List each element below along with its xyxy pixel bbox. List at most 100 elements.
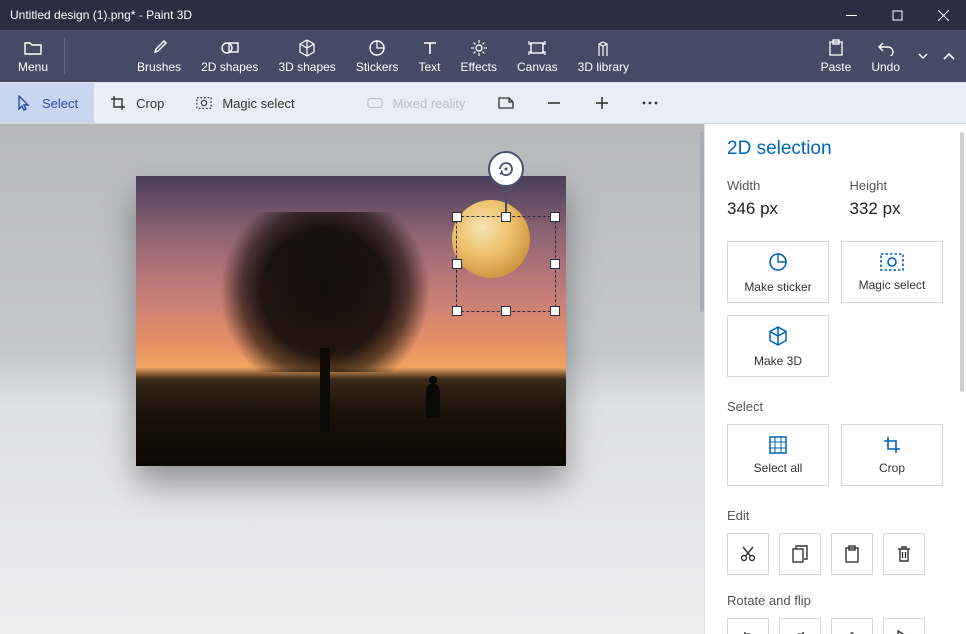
minimize-button[interactable] bbox=[828, 0, 874, 30]
ribbon: Menu Brushes 2D shapes 3D shapes Sticker… bbox=[0, 30, 966, 82]
resize-handle-tl[interactable] bbox=[452, 212, 462, 222]
library3d-button[interactable]: 3D library bbox=[568, 30, 639, 82]
edit-row bbox=[727, 533, 952, 575]
rotate-row bbox=[727, 618, 952, 634]
stickers-button[interactable]: Stickers bbox=[346, 30, 409, 82]
shapes2d-button[interactable]: 2D shapes bbox=[191, 30, 268, 82]
spacer bbox=[311, 83, 351, 123]
shapes2d-label: 2D shapes bbox=[201, 60, 258, 74]
paste-button[interactable] bbox=[831, 533, 873, 575]
title-bar: Untitled design (1).png* - Paint 3D bbox=[0, 0, 966, 30]
rotate-stem bbox=[505, 187, 507, 212]
rotate-right-button[interactable] bbox=[779, 618, 821, 634]
cube-icon bbox=[767, 325, 789, 350]
width-label: Width bbox=[727, 178, 830, 193]
select-tool[interactable]: Select bbox=[0, 83, 94, 123]
make-3d-button[interactable]: Make 3D bbox=[727, 315, 829, 377]
shapes3d-label: 3D shapes bbox=[278, 60, 335, 74]
more-button[interactable] bbox=[626, 83, 674, 123]
undo-button[interactable]: Undo bbox=[861, 30, 910, 82]
view3d-toggle[interactable] bbox=[482, 83, 530, 123]
rotate-heading: Rotate and flip bbox=[727, 593, 952, 608]
effects-button[interactable]: Effects bbox=[451, 30, 507, 82]
panel-scrollbar[interactable] bbox=[960, 132, 964, 392]
library3d-label: 3D library bbox=[578, 60, 629, 74]
make-sticker-label: Make sticker bbox=[744, 280, 811, 294]
tools-toolbar: Select Crop Magic select Mixed reality bbox=[0, 82, 966, 124]
workspace: 2D selection Width 346 px Height 332 px … bbox=[0, 124, 966, 634]
brush-icon bbox=[150, 38, 168, 58]
cursor-icon bbox=[16, 95, 32, 111]
crop-icon bbox=[110, 95, 126, 111]
resize-handle-br[interactable] bbox=[550, 306, 560, 316]
tree-silhouette bbox=[210, 212, 440, 432]
copy-button[interactable] bbox=[779, 533, 821, 575]
magic-select-icon bbox=[196, 95, 212, 111]
mixed-reality-icon bbox=[367, 95, 383, 111]
make-sticker-button[interactable]: Make sticker bbox=[727, 241, 829, 303]
text-label: Text bbox=[419, 60, 441, 74]
divider bbox=[64, 38, 65, 74]
resize-handle-bl[interactable] bbox=[452, 306, 462, 316]
text-button[interactable]: Text bbox=[409, 30, 451, 82]
rotate-handle[interactable] bbox=[488, 151, 524, 187]
zoom-out-button[interactable] bbox=[530, 83, 578, 123]
mixed-reality-label: Mixed reality bbox=[393, 96, 466, 111]
crop-tool[interactable]: Crop bbox=[94, 83, 180, 123]
crop-label: Crop bbox=[879, 461, 905, 475]
canvas-icon bbox=[528, 38, 546, 58]
select-all-button[interactable]: Select all bbox=[727, 424, 829, 486]
history-dropdown[interactable] bbox=[910, 30, 936, 82]
resize-handle-l[interactable] bbox=[452, 259, 462, 269]
cut-button[interactable] bbox=[727, 533, 769, 575]
select-heading: Select bbox=[727, 399, 952, 414]
sticker-icon bbox=[368, 38, 386, 58]
flip-horizontal-button[interactable] bbox=[831, 618, 873, 634]
resize-handle-tr[interactable] bbox=[550, 212, 560, 222]
mixed-reality-tool: Mixed reality bbox=[351, 83, 482, 123]
stickers-label: Stickers bbox=[356, 60, 399, 74]
resize-handle-r[interactable] bbox=[550, 259, 560, 269]
menu-label: Menu bbox=[18, 60, 48, 74]
resize-handle-b[interactable] bbox=[501, 306, 511, 316]
paste-button[interactable]: Paste bbox=[811, 30, 862, 82]
edit-heading: Edit bbox=[727, 508, 952, 523]
magic-select-button[interactable]: Magic select bbox=[841, 241, 943, 303]
library-icon bbox=[593, 38, 613, 58]
window-controls bbox=[828, 0, 966, 30]
undo-label: Undo bbox=[871, 60, 900, 74]
maximize-button[interactable] bbox=[874, 0, 920, 30]
crop-label: Crop bbox=[136, 96, 164, 111]
close-button[interactable] bbox=[920, 0, 966, 30]
flip-vertical-button[interactable] bbox=[883, 618, 925, 634]
collapse-ribbon-button[interactable] bbox=[936, 30, 962, 82]
canvas-label: Canvas bbox=[517, 60, 558, 74]
height-label: Height bbox=[850, 178, 953, 193]
magic-select-tool[interactable]: Magic select bbox=[180, 83, 310, 123]
cube-icon bbox=[298, 38, 316, 58]
effects-icon bbox=[470, 38, 488, 58]
spacer bbox=[639, 30, 811, 82]
height-value: 332 px bbox=[850, 199, 953, 219]
canvas-area[interactable] bbox=[0, 124, 704, 634]
select-all-label: Select all bbox=[754, 461, 803, 475]
crop-icon bbox=[883, 436, 901, 457]
zoom-in-button[interactable] bbox=[578, 83, 626, 123]
paste-icon bbox=[828, 38, 844, 58]
select-all-icon bbox=[769, 436, 787, 457]
folder-icon bbox=[24, 38, 42, 58]
menu-button[interactable]: Menu bbox=[4, 30, 62, 82]
brushes-label: Brushes bbox=[137, 60, 181, 74]
make-3d-label: Make 3D bbox=[754, 354, 802, 368]
action-grid: Make sticker Magic select Make 3D bbox=[727, 241, 952, 377]
resize-handle-t[interactable] bbox=[501, 212, 511, 222]
crop-button[interactable]: Crop bbox=[841, 424, 943, 486]
dimensions-row: Width 346 px Height 332 px bbox=[727, 178, 952, 219]
brushes-button[interactable]: Brushes bbox=[127, 30, 191, 82]
shapes3d-button[interactable]: 3D shapes bbox=[268, 30, 345, 82]
rotate-left-button[interactable] bbox=[727, 618, 769, 634]
selection-bounding-box[interactable] bbox=[456, 216, 556, 312]
canvas-button[interactable]: Canvas bbox=[507, 30, 568, 82]
sticker-icon bbox=[767, 251, 789, 276]
delete-button[interactable] bbox=[883, 533, 925, 575]
